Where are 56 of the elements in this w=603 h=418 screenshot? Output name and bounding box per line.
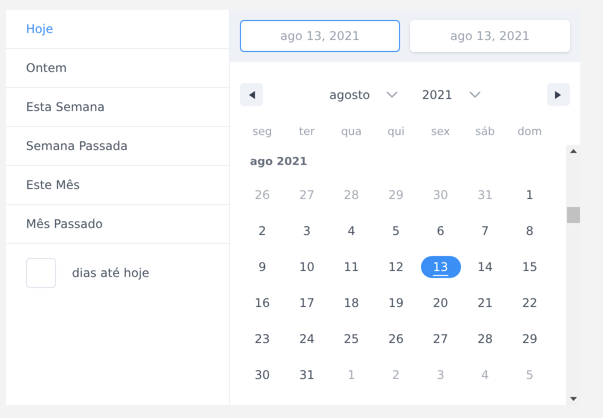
weekday-label: qua [340,124,363,140]
day-cell[interactable]: 22 [510,292,550,314]
triangle-right-icon [555,90,562,98]
day-cell[interactable]: 19 [376,292,416,314]
scroll-thumb[interactable] [566,206,580,222]
preset-item[interactable]: Este Mês [6,166,229,205]
preset-item[interactable]: Ontem [6,49,229,88]
day-cell[interactable]: 3 [286,220,327,242]
chevron-down-icon [386,90,398,98]
day-cell[interactable]: 30 [242,364,282,386]
day-cell[interactable]: 18 [331,292,372,314]
day-cell[interactable]: 29 [510,328,550,350]
day-cell[interactable]: 16 [242,292,282,314]
weekday-label: qui [386,124,406,140]
day-cell[interactable]: 4 [331,220,372,242]
days-input-field[interactable] [26,258,56,288]
scroll-up-icon [570,148,576,152]
year-select[interactable]: 2021 [422,86,481,104]
weekday-label: ter [298,124,316,140]
weekday-label: seg [252,124,274,140]
day-cell[interactable]: 2 [242,220,282,242]
days-label: dias até hoje [72,265,150,282]
weekday-label: sáb [474,124,496,140]
day-cell[interactable]: 31 [286,364,327,386]
day-cell[interactable]: 14 [465,256,506,278]
day-cell[interactable]: 24 [286,328,327,350]
day-cell[interactable]: 27 [420,328,461,350]
chevron-down-icon [468,90,481,98]
day-cell[interactable]: 21 [465,292,506,314]
day-cell[interactable]: 11 [331,256,372,278]
preset-item[interactable]: Esta Semana [6,88,229,127]
day-cell[interactable]: 26 [376,328,416,350]
day-cell[interactable]: 23 [242,328,282,350]
day-cell[interactable]: 12 [376,256,416,278]
day-cell[interactable]: 28 [465,328,506,350]
day-cell[interactable]: 25 [331,328,372,350]
day-cell[interactable]: 10 [286,256,327,278]
day-cell[interactable]: 9 [242,256,282,278]
day-cell[interactable]: 7 [465,220,506,242]
month-select[interactable]: agosto [329,86,398,104]
day-cell[interactable]: 1 [510,184,550,206]
day-cell[interactable]: 6 [420,220,461,242]
next-month-button[interactable] [546,83,570,106]
month-heading: ago 2021 [250,154,308,170]
preset-item[interactable]: Semana Passada [6,127,229,166]
weekday-label: dom [516,124,543,140]
day-cell[interactable]: 15 [510,256,550,278]
day-cell[interactable]: 5 [376,220,416,242]
preset-item[interactable]: Mês Passado [6,205,229,244]
day-cell[interactable]: 17 [286,292,327,314]
triangle-left-icon [248,90,254,98]
previous-month-button[interactable] [240,83,263,106]
weekday-label: sex [430,124,451,140]
day-cell[interactable]: 20 [420,292,461,314]
scroll-down-icon [570,397,576,401]
day-cell[interactable]: 8 [510,220,550,242]
